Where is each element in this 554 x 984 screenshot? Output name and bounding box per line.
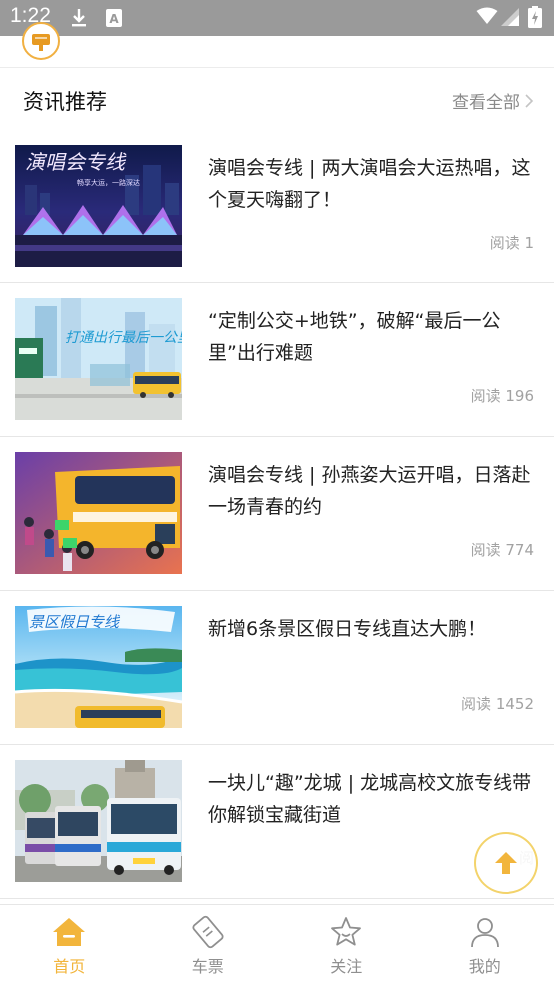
download-icon xyxy=(70,8,88,32)
view-all-link[interactable]: 查看全部 xyxy=(452,88,534,113)
news-title: 新增6条景区假日专线直达大鹏！ xyxy=(208,618,487,640)
star-icon xyxy=(327,915,365,949)
news-title: “定制公交+地铁”，破解“最后一公里”出行难题 xyxy=(208,310,501,364)
thumbnail-subcaption: 畅享大运，一路深达 xyxy=(77,178,140,187)
nav-item-follow[interactable]: 关注 xyxy=(277,905,416,984)
read-count: 阅读 774 xyxy=(470,541,534,559)
section-title: 资讯推荐 xyxy=(23,90,107,114)
user-icon xyxy=(466,915,504,949)
nav-label: 首页 xyxy=(53,957,86,976)
scroll-to-top-button[interactable] xyxy=(474,832,538,894)
news-title: 一块儿“趣”龙城 | 龙城高校文旅专线带你解锁宝藏街道 xyxy=(208,772,532,826)
view-all-label: 查看全部 xyxy=(452,93,520,113)
news-item[interactable]: 打通出行最后一公里 “定制公交+地铁”，破解“最后一公里”出行难题 阅读 196 xyxy=(0,283,554,437)
news-item[interactable]: 一块儿“趣”龙城 | 龙城高校文旅专线带你解锁宝藏街道 阅 xyxy=(0,745,554,899)
news-thumbnail: 景区假日专线 xyxy=(15,606,182,728)
nav-item-ticket[interactable]: 车票 xyxy=(139,905,278,984)
top-strip xyxy=(0,22,554,68)
svg-text:A: A xyxy=(109,12,119,26)
news-thumbnail xyxy=(15,452,182,574)
arrow-up-icon xyxy=(495,852,517,874)
news-title: 演唱会专线 | 两大演唱会大运热唱，这个夏天嗨翻了！ xyxy=(208,157,531,211)
news-thumbnail xyxy=(15,760,182,882)
status-bar: 1:22 A xyxy=(0,0,554,36)
notice-badge-icon[interactable] xyxy=(22,22,60,60)
a-letter-icon: A xyxy=(105,8,123,32)
bottom-nav: 首页 车票 关注 我的 xyxy=(0,904,554,984)
nav-label: 车票 xyxy=(191,957,224,976)
news-item[interactable]: 演唱会专线 | 孙燕姿大运开唱，日落赴一场青春的约 阅读 774 xyxy=(0,437,554,591)
news-item[interactable]: 景区假日专线 新增6条景区假日专线直达大鹏！ 阅读 1452 xyxy=(0,591,554,745)
news-list: 演唱会专线 畅享大运，一路深达 演唱会专线 | 两大演唱会大运热唱，这个夏天嗨翻… xyxy=(0,130,554,899)
nav-item-home[interactable]: 首页 xyxy=(0,905,139,984)
thumbnail-caption: 演唱会专线 xyxy=(25,150,127,174)
thumbnail-caption: 景区假日专线 xyxy=(29,613,121,631)
nav-label: 我的 xyxy=(468,957,501,976)
news-title: 演唱会专线 | 孙燕姿大运开唱，日落赴一场青春的约 xyxy=(208,464,531,518)
home-icon xyxy=(50,915,88,949)
signal-icon xyxy=(500,7,520,31)
chevron-right-icon xyxy=(525,93,534,108)
news-thumbnail: 演唱会专线 畅享大运，一路深达 xyxy=(15,145,182,267)
read-count: 阅读 1452 xyxy=(461,695,534,713)
news-thumbnail: 打通出行最后一公里 xyxy=(15,298,182,420)
read-count: 阅读 1 xyxy=(489,234,534,252)
battery-icon xyxy=(528,6,542,32)
thumbnail-caption: 打通出行最后一公里 xyxy=(65,330,182,346)
wifi-icon xyxy=(476,7,498,29)
ticket-icon xyxy=(189,915,227,949)
read-count: 阅读 196 xyxy=(470,387,534,405)
nav-label: 关注 xyxy=(330,957,363,976)
news-section-header: 资讯推荐 查看全部 xyxy=(0,68,554,130)
news-item[interactable]: 演唱会专线 畅享大运，一路深达 演唱会专线 | 两大演唱会大运热唱，这个夏天嗨翻… xyxy=(0,130,554,283)
nav-item-mine[interactable]: 我的 xyxy=(416,905,554,984)
